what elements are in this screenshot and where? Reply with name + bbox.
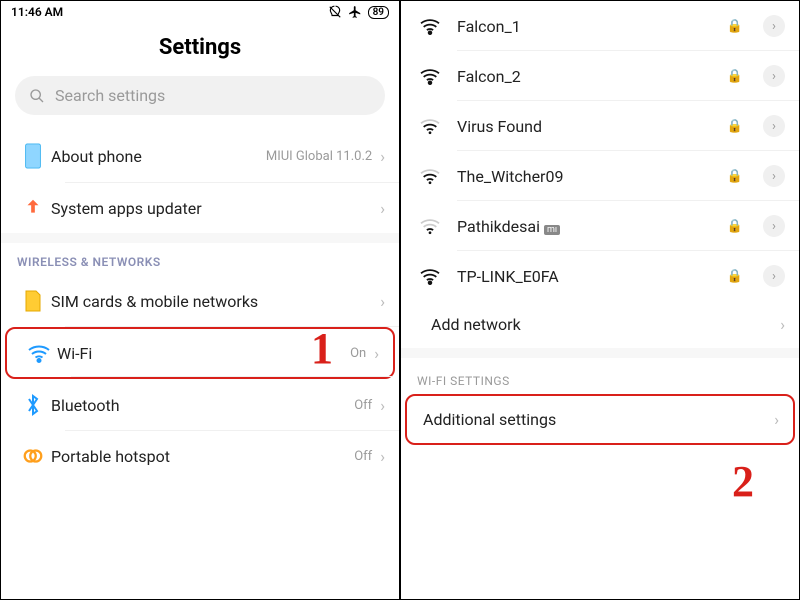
annotation-2: 2 [732,456,754,507]
wifi-signal-icon [415,117,445,135]
status-time: 11:46 AM [11,5,63,19]
wifi-signal-icon [415,217,445,235]
page-title: Settings [1,35,399,60]
item-value: MIUI Global 11.0.2 [266,149,372,164]
settings-item-wifi[interactable]: Wi-Fi On › [5,327,395,379]
bluetooth-icon [15,393,51,417]
wifi-network-row[interactable]: The_Witcher09 🔒 › [401,151,799,201]
lock-icon: 🔒 [727,19,743,34]
wifi-icon [21,343,57,363]
item-label: Wi-Fi [57,344,350,363]
wifi-network-row[interactable]: TP-LINK_E0FA 🔒 › [401,251,799,301]
wifi-signal-icon [415,267,445,285]
airplane-icon [348,5,362,19]
annotation-1: 1 [311,323,333,374]
hotspot-icon [15,445,51,467]
item-label: SIM cards & mobile networks [51,292,380,311]
item-label: Portable hotspot [51,447,354,466]
settings-item-system-apps-updater[interactable]: System apps updater › [1,183,399,233]
sim-icon [15,289,51,313]
item-value: Off [354,449,372,464]
phone-icon [15,143,51,169]
lock-icon: 🔒 [727,269,743,284]
wifi-network-row[interactable]: Virus Found 🔒 › [401,101,799,151]
chevron-right-icon: › [374,344,379,363]
settings-pane: 11:46 AM 89 Settings Search settings [1,1,400,599]
chevron-right-icon[interactable]: › [763,115,785,137]
wifi-pane: Falcon_1 🔒 › Falcon_2 🔒 › Virus Found 🔒 … [400,1,799,599]
wifi-signal-icon [415,67,445,85]
item-label: System apps updater [51,199,380,218]
wifi-name: Pathikdesaimı [457,217,715,236]
additional-settings-button[interactable]: Additional settings › [405,394,795,445]
settings-item-about-phone[interactable]: About phone MIUI Global 11.0.2 › [1,129,399,183]
settings-item-bluetooth[interactable]: Bluetooth Off › [1,379,399,431]
chevron-right-icon[interactable]: › [763,165,785,187]
search-placeholder: Search settings [55,86,165,105]
wifi-signal-icon [415,17,445,35]
chevron-right-icon: › [774,410,779,429]
wifi-name: Virus Found [457,117,715,136]
lock-icon: 🔒 [727,69,743,84]
chevron-right-icon[interactable]: › [763,265,785,287]
wifi-network-row[interactable]: Falcon_2 🔒 › [401,51,799,101]
item-label: About phone [51,147,266,166]
lock-icon: 🔒 [727,119,743,134]
wifi-name: TP-LINK_E0FA [457,267,715,286]
search-input[interactable]: Search settings [15,76,385,115]
item-label: Bluetooth [51,396,354,415]
wifi-name: The_Witcher09 [457,167,715,186]
wifi-network-row[interactable]: Falcon_1 🔒 › [401,1,799,51]
settings-item-sim[interactable]: SIM cards & mobile networks › [1,275,399,327]
wifi-name: Falcon_1 [457,17,715,36]
lock-icon: 🔒 [727,169,743,184]
chevron-right-icon[interactable]: › [763,215,785,237]
wifi-name: Falcon_2 [457,67,715,86]
battery-indicator: 89 [368,6,389,19]
chevron-right-icon: › [380,292,385,311]
section-header-wifi-settings: WI-FI SETTINGS [401,358,799,394]
dnd-icon [328,5,342,19]
chevron-right-icon: › [780,315,785,334]
section-header-wireless: WIRELESS & NETWORKS [1,243,399,275]
wifi-network-row[interactable]: Pathikdesaimı 🔒 › [401,201,799,251]
status-bar: 11:46 AM 89 [1,1,399,23]
search-icon [29,88,45,104]
chevron-right-icon: › [380,147,385,166]
additional-settings-label: Additional settings [423,410,762,429]
add-network-label: Add network [431,315,768,334]
chevron-right-icon: › [380,447,385,466]
item-value: Off [354,398,372,413]
wifi-signal-icon [415,167,445,185]
chevron-right-icon[interactable]: › [763,65,785,87]
chevron-right-icon[interactable]: › [763,15,785,37]
mi-badge-icon: mı [544,225,560,235]
item-value: On [350,346,366,361]
lock-icon: 🔒 [727,219,743,234]
add-network-button[interactable]: Add network › [401,301,799,348]
chevron-right-icon: › [380,199,385,218]
chevron-right-icon: › [380,396,385,415]
updater-icon [15,197,51,219]
settings-item-hotspot[interactable]: Portable hotspot Off › [1,431,399,481]
